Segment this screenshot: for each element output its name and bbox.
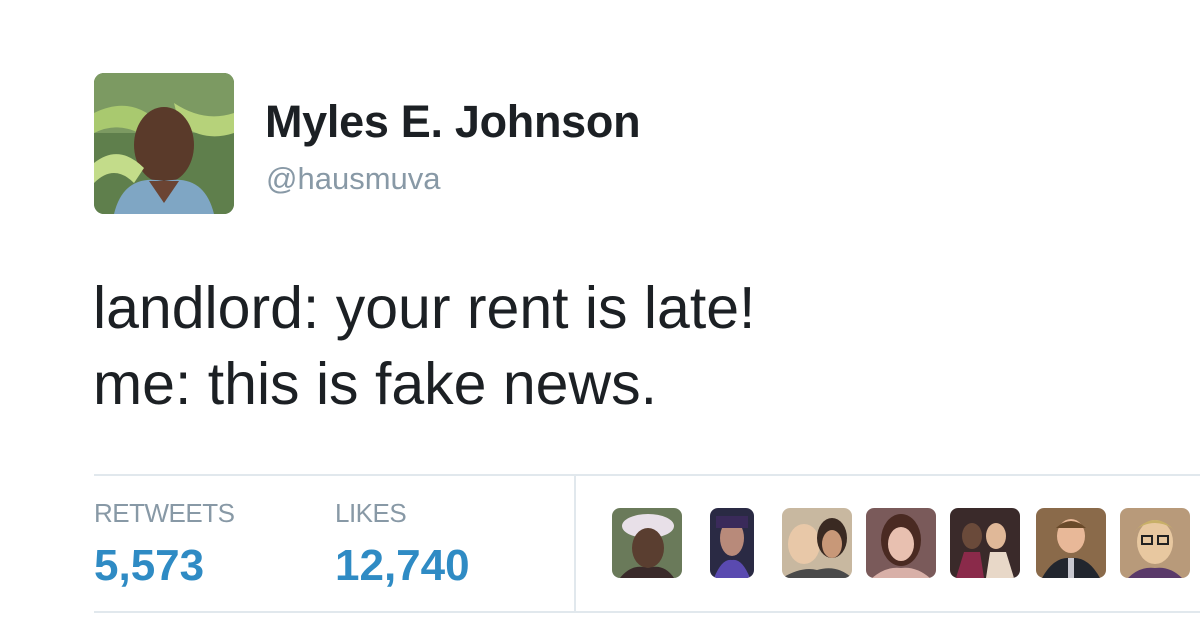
tweet-text-line: landlord: your rent is late! bbox=[93, 275, 756, 341]
tweet-text-line: me: this is fake news. bbox=[93, 351, 657, 417]
liker-avatar[interactable] bbox=[1036, 508, 1106, 578]
retweets-label: RETWEETS bbox=[94, 498, 235, 528]
author-display-name[interactable]: Myles E. Johnson bbox=[265, 96, 641, 148]
tweet-text: landlord: your rent is late! me: this is… bbox=[93, 270, 1173, 422]
likes-stat[interactable]: LIKES 12,740 bbox=[335, 498, 470, 594]
likes-label: LIKES bbox=[335, 498, 407, 528]
liker-avatar[interactable] bbox=[612, 508, 682, 578]
retweets-stat[interactable]: RETWEETS 5,573 bbox=[94, 498, 235, 594]
liker-avatar[interactable] bbox=[866, 508, 936, 578]
likes-count: 12,740 bbox=[335, 541, 470, 590]
liker-avatar[interactable] bbox=[710, 508, 754, 578]
tweet-card: Myles E. Johnson @hausmuva landlord: you… bbox=[0, 0, 1200, 627]
author-handle[interactable]: @hausmuva bbox=[266, 161, 441, 197]
stats-divider-bottom bbox=[94, 611, 1200, 613]
liker-avatar[interactable] bbox=[950, 508, 1020, 578]
stats-divider-vertical bbox=[574, 476, 576, 611]
liker-avatar[interactable] bbox=[782, 508, 852, 578]
stats-divider-top bbox=[94, 474, 1200, 476]
retweets-count: 5,573 bbox=[94, 541, 205, 590]
liker-avatar[interactable] bbox=[1120, 508, 1190, 578]
avatar[interactable] bbox=[94, 73, 234, 214]
avatar-photo-icon bbox=[94, 73, 234, 214]
